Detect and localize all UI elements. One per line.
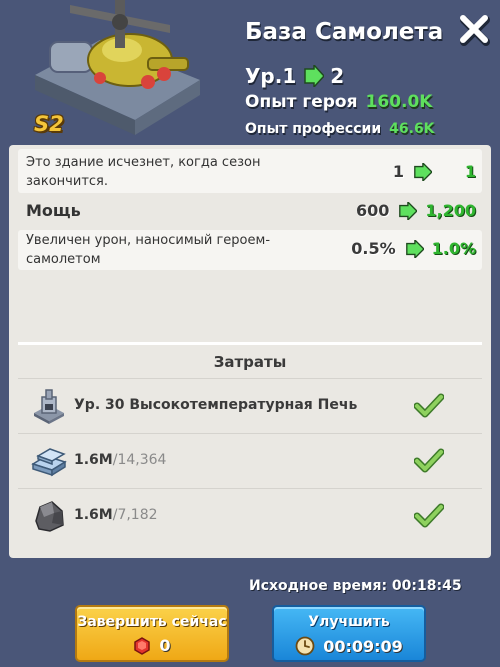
ore-rock-icon	[35, 501, 64, 532]
finish-cost: 0	[77, 636, 227, 655]
season-badge: S2	[34, 112, 64, 136]
checkmark-icon	[414, 393, 444, 418]
cost-row-iron: 1.6M/14,364	[18, 433, 482, 488]
stat-old-value: 600	[355, 201, 390, 220]
checkmark-icon	[414, 503, 444, 528]
upgrade-time-value: 00:09:09	[323, 636, 403, 656]
stat-text: Мощь	[26, 201, 81, 220]
stat-values: 600 1,200	[356, 201, 476, 220]
original-time: Исходное время: 00:18:45	[249, 578, 462, 594]
stat-values: 0.5% 1.0%	[351, 239, 476, 258]
arrow-right-icon	[414, 162, 432, 181]
stat-new-value: 1.0%	[431, 239, 476, 258]
stat-row-damage: Увеличен урон, наносимый героем-самолето…	[18, 230, 482, 270]
stat-text: Это здание исчезнет, когда сезон закончи…	[26, 155, 261, 189]
building-title: База Самолета	[245, 19, 444, 45]
profession-xp-value: 46.6K	[389, 121, 435, 137]
iron-ingot-icon	[31, 448, 67, 477]
furnace-icon	[34, 389, 64, 424]
level-from: Ур.1	[245, 64, 297, 88]
stat-old-value: 1	[392, 162, 404, 181]
finish-now-label: Завершить сейчас	[77, 614, 227, 630]
finish-cost-value: 0	[159, 636, 171, 655]
ore-need: /7,182	[112, 507, 158, 523]
stat-text: Увеличен урон, наносимый героем-самолето…	[26, 233, 271, 267]
upgrade-time: 00:09:09	[274, 636, 424, 656]
costs-title: Затраты	[18, 342, 482, 376]
gem-icon	[134, 636, 151, 655]
cost-iron-amount: 1.6M/14,364	[74, 452, 166, 468]
stat-new-value: 1	[464, 162, 476, 181]
level-to: 2	[330, 64, 345, 88]
header: S2 База Самолета Ур.1 2 Опыт героя 160.0…	[0, 0, 500, 145]
ore-have: 1.6M	[74, 507, 113, 523]
upgrade-label: Улучшить	[308, 614, 390, 630]
stat-new-value: 1,200	[425, 201, 476, 220]
hero-xp-value: 160.0K	[365, 92, 433, 112]
stat-row-power: Мощь 600 1,200	[18, 197, 482, 227]
stat-old-value: 0.5%	[351, 239, 396, 258]
arrow-right-icon	[304, 65, 325, 87]
iron-have: 1.6M	[74, 452, 113, 468]
arrow-right-icon	[405, 239, 424, 258]
checkmark-icon	[414, 448, 444, 473]
stat-values: 1 1	[393, 162, 476, 181]
finish-now-button[interactable]: Завершить сейчас 0	[75, 605, 229, 662]
upgrade-button[interactable]: Улучшить 00:09:09	[272, 605, 426, 662]
close-icon[interactable]	[455, 10, 493, 48]
cost-row-ore: 1.6M/7,182	[18, 488, 482, 543]
cost-ore-amount: 1.6M/7,182	[74, 507, 158, 523]
level-row: Ур.1 2	[245, 63, 344, 89]
clock-icon	[295, 636, 315, 656]
profession-xp-label: Опыт профессии	[245, 121, 382, 137]
hero-xp-row: Опыт героя 160.0K	[245, 92, 432, 112]
hero-xp-label: Опыт героя	[245, 92, 358, 112]
cost-building-name: Ур. 30 Высокотемпературная Печь	[74, 397, 358, 413]
arrow-right-icon	[399, 201, 418, 220]
upgrade-panel: Это здание исчезнет, когда сезон закончи…	[9, 145, 491, 558]
cost-row-building: Ур. 30 Высокотемпературная Печь	[18, 378, 482, 433]
stat-row-season: Это здание исчезнет, когда сезон закончи…	[18, 149, 482, 193]
iron-need: /14,364	[112, 452, 167, 468]
profession-xp-row: Опыт профессии 46.6K	[245, 121, 435, 137]
